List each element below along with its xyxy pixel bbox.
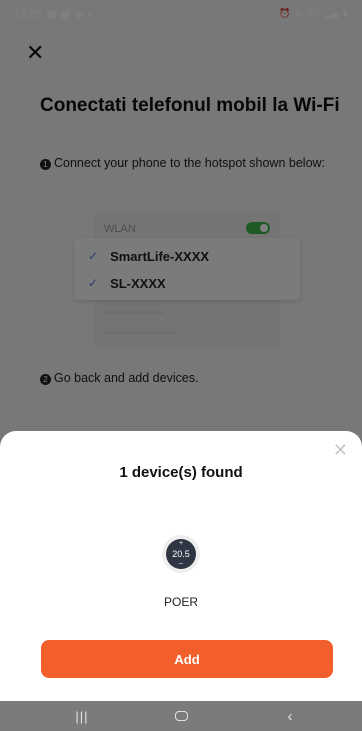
found-title: 1 device(s) found xyxy=(119,464,243,481)
back-icon[interactable]: ‹ xyxy=(270,701,310,731)
home-ring xyxy=(174,711,188,721)
device-name: POER xyxy=(163,595,198,609)
device-found-sheet: ✕ 1 device(s) found + 20.5 – POER Add xyxy=(0,431,362,701)
plus-icon: + xyxy=(178,540,184,547)
thermostat-display: + 20.5 – xyxy=(166,539,196,569)
recent-apps-icon[interactable]: ||| xyxy=(62,701,102,731)
device-temperature: 20.5 xyxy=(172,549,190,559)
minus-icon: – xyxy=(179,560,183,567)
thermostat-icon[interactable]: + 20.5 – xyxy=(162,535,200,573)
close-icon[interactable]: ✕ xyxy=(333,441,348,459)
add-button[interactable]: Add xyxy=(41,640,333,678)
home-icon[interactable] xyxy=(161,701,201,731)
navigation-bar: ||| ‹ xyxy=(0,701,362,731)
